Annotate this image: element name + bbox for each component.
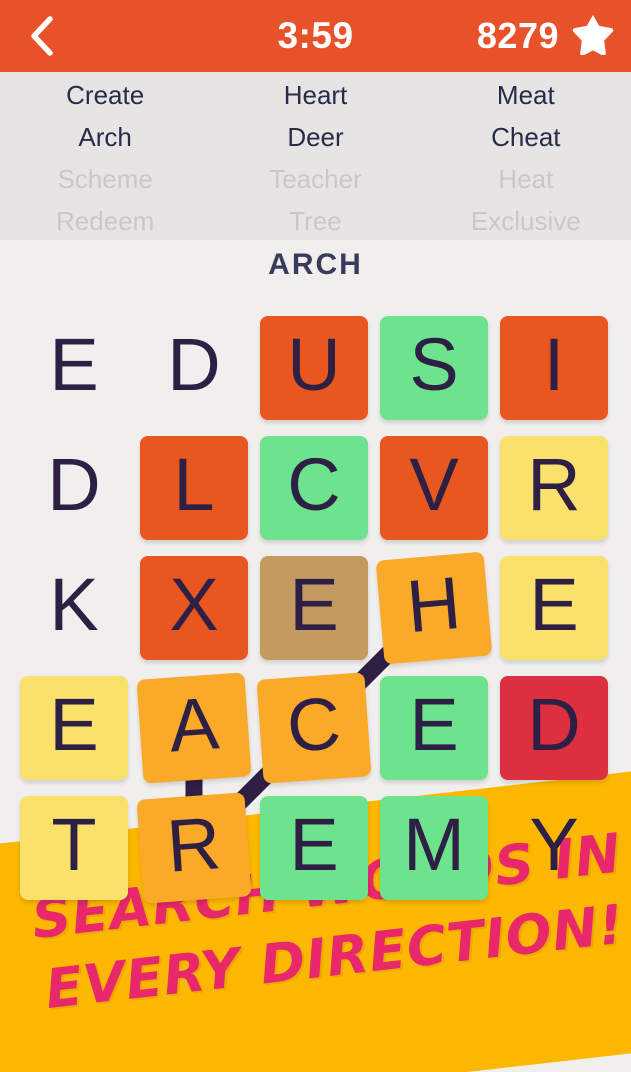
word-list: Create Heart Meat Arch Deer Cheat Scheme Teache… bbox=[0, 72, 631, 240]
grid-tile-letter: V bbox=[409, 443, 459, 526]
grid-tile[interactable]: K bbox=[20, 556, 128, 660]
grid-tile-letter: E bbox=[49, 323, 99, 406]
grid-tile-letter: S bbox=[409, 323, 459, 406]
word-list-item: Deer bbox=[287, 122, 344, 152]
grid-tile[interactable]: D bbox=[500, 676, 608, 780]
word-search-game-screen: 3:59 8279 Create Heart Meat Arch Deer Cheat Sc… bbox=[0, 0, 631, 1072]
word-list-item: Meat bbox=[496, 80, 555, 110]
grid-tile[interactable]: M bbox=[380, 796, 488, 900]
grid-tile[interactable]: U bbox=[260, 316, 368, 420]
grid-tile[interactable]: D bbox=[140, 316, 248, 420]
grid-tile[interactable]: C bbox=[256, 672, 372, 784]
grid-tile-letter: I bbox=[543, 323, 565, 406]
grid-tile[interactable]: E bbox=[260, 796, 368, 900]
grid-tile-letter: E bbox=[529, 563, 579, 646]
top-bar: 3:59 8279 bbox=[0, 0, 631, 72]
word-list-item: Arch bbox=[78, 122, 132, 152]
score-area: 8279 bbox=[477, 0, 615, 72]
word-list-item: Exclusive bbox=[470, 206, 581, 236]
word-list-item: Heat bbox=[498, 164, 554, 194]
grid-tile[interactable]: R bbox=[136, 792, 252, 904]
grid-tile[interactable]: X bbox=[140, 556, 248, 660]
grid-tile[interactable]: E bbox=[260, 556, 368, 660]
grid-tile-letter: E bbox=[289, 563, 339, 646]
grid-tile-letter: D bbox=[47, 443, 101, 526]
grid-tile[interactable]: T bbox=[20, 796, 128, 900]
grid-tile-letter: R bbox=[164, 801, 224, 888]
grid-tile-letter: E bbox=[289, 803, 339, 886]
word-list-item: Cheat bbox=[491, 122, 561, 152]
grid-tile-letter: C bbox=[287, 443, 341, 526]
grid-tile[interactable]: A bbox=[136, 672, 252, 784]
grid-tile-letter: T bbox=[51, 803, 97, 886]
grid-tile-letter: H bbox=[403, 560, 464, 649]
grid-tile-letter: D bbox=[167, 323, 221, 406]
grid-tile-letter: U bbox=[287, 323, 341, 406]
grid-tile[interactable]: I bbox=[500, 316, 608, 420]
grid-tile-letter: Y bbox=[529, 803, 579, 886]
grid-tile-letter: M bbox=[403, 803, 465, 886]
grid-tile[interactable]: D bbox=[20, 436, 128, 540]
grid-tile[interactable]: V bbox=[380, 436, 488, 540]
grid-tile[interactable]: Y bbox=[500, 796, 608, 900]
grid-tile[interactable]: C bbox=[260, 436, 368, 540]
grid-tile[interactable]: E bbox=[20, 676, 128, 780]
word-list-item: Scheme bbox=[57, 164, 153, 194]
grid-tile-letter: E bbox=[49, 683, 99, 766]
grid-tile[interactable]: L bbox=[140, 436, 248, 540]
grid-tile-letter: L bbox=[173, 443, 215, 526]
grid-tile[interactable]: E bbox=[380, 676, 488, 780]
grid-tile-letter: E bbox=[409, 683, 459, 766]
current-word-display: ARCH bbox=[268, 248, 363, 281]
grid-tile[interactable]: E bbox=[20, 316, 128, 420]
grid-tile-letter: K bbox=[49, 563, 99, 646]
word-list-item: Tree bbox=[289, 206, 342, 236]
score-value: 8279 bbox=[476, 15, 559, 56]
letter-grid[interactable]: EDUSIDLCVRKXEHEEACEDTREMY bbox=[0, 300, 631, 920]
star-icon bbox=[571, 13, 615, 60]
grid-tile[interactable]: R bbox=[500, 436, 608, 540]
grid-tile-letter: A bbox=[166, 681, 222, 768]
word-list-item: Create bbox=[66, 80, 145, 110]
word-list-item: Teacher bbox=[269, 164, 362, 194]
grid-tile[interactable]: S bbox=[380, 316, 488, 420]
grid-tile[interactable]: E bbox=[500, 556, 608, 660]
word-list-item: Redeem bbox=[56, 206, 155, 236]
grid-tile-letter: R bbox=[527, 443, 581, 526]
word-list-item: Heart bbox=[283, 80, 348, 110]
grid-tile-letter: D bbox=[527, 683, 581, 766]
grid-tile[interactable]: H bbox=[375, 551, 493, 665]
grid-tile-letter: X bbox=[169, 563, 219, 646]
grid-tile-letter: C bbox=[284, 681, 344, 768]
